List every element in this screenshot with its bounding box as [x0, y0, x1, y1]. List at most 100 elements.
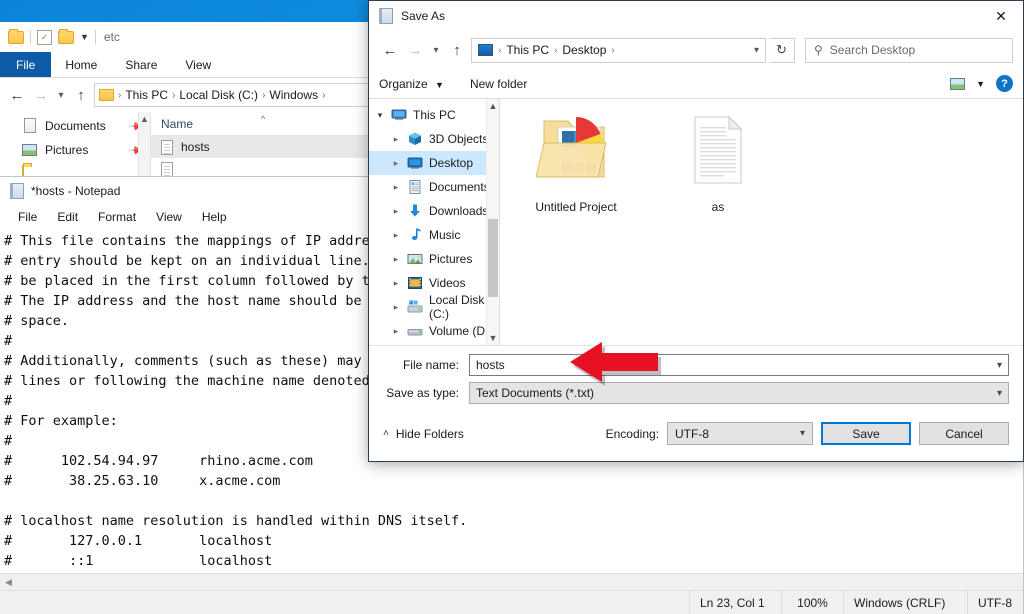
- tree-item-videos[interactable]: ▸ Videos: [369, 271, 499, 295]
- tree-item-downloads[interactable]: ▸ Downloads: [369, 199, 499, 223]
- text-file-icon: [161, 139, 173, 155]
- chevron-down-icon[interactable]: ▾: [754, 45, 759, 56]
- breadcrumb-separator: ›: [498, 44, 502, 56]
- chevron-down-icon[interactable]: ▾: [997, 360, 1002, 371]
- save-as-type-select[interactable]: Text Documents (*.txt) ▾: [469, 382, 1009, 404]
- chevron-down-icon[interactable]: ▼: [976, 79, 985, 89]
- chevron-down-icon[interactable]: ▼: [80, 32, 89, 42]
- chevron-up-icon: ˄: [383, 428, 389, 439]
- chevron-down-icon[interactable]: ▾: [800, 428, 805, 439]
- up-arrow-icon[interactable]: ↑: [446, 39, 468, 61]
- dialog-title: Save As: [401, 9, 446, 23]
- breadcrumb-separator: ›: [611, 44, 615, 56]
- chevron-up-icon[interactable]: ▲: [487, 99, 499, 113]
- notepad-icon: [10, 183, 24, 199]
- menu-edit[interactable]: Edit: [47, 210, 88, 224]
- back-arrow-icon[interactable]: ←: [6, 84, 28, 106]
- dialog-breadcrumb[interactable]: › This PC › Desktop › ▾: [471, 37, 766, 63]
- nav-item-pictures[interactable]: Pictures 📌: [0, 138, 150, 162]
- column-header-name[interactable]: Name ^: [151, 112, 403, 136]
- tree-item-pictures[interactable]: ▸ Pictures: [369, 247, 499, 271]
- chevron-down-icon[interactable]: ▼: [487, 331, 499, 345]
- notepad-title: *hosts - Notepad: [31, 184, 121, 198]
- explorer-breadcrumb[interactable]: › This PC › Local Disk (C:) › Windows ›: [94, 83, 397, 107]
- hide-folders-button[interactable]: ˄ Hide Folders: [383, 427, 464, 441]
- cancel-button[interactable]: Cancel: [919, 422, 1009, 445]
- refresh-icon[interactable]: ↻: [769, 37, 795, 63]
- search-input[interactable]: ⚲ Search Desktop: [805, 37, 1013, 63]
- list-item-folder[interactable]: Untitled Project: [522, 113, 630, 345]
- folder-icon[interactable]: [8, 28, 24, 44]
- new-folder-icon[interactable]: [58, 28, 74, 44]
- menu-view[interactable]: View: [146, 210, 192, 224]
- chevron-down-icon[interactable]: ▾: [997, 388, 1002, 399]
- recent-locations-chevron-down-icon[interactable]: ▾: [54, 84, 68, 106]
- status-zoom-level[interactable]: 100%: [781, 591, 843, 614]
- back-arrow-icon[interactable]: ←: [379, 39, 401, 61]
- notepad-horizontal-scrollbar[interactable]: ◀: [0, 573, 1023, 590]
- chevron-right-icon[interactable]: ▸: [391, 326, 401, 337]
- breadcrumb-separator: ›: [172, 89, 176, 101]
- tree-item-music[interactable]: ▸ Music: [369, 223, 499, 247]
- text-file-icon: [161, 161, 173, 177]
- chevron-right-icon[interactable]: ▸: [391, 158, 401, 169]
- menu-file[interactable]: File: [8, 210, 47, 224]
- chevron-down-icon[interactable]: ▾: [375, 110, 385, 121]
- sort-caret-icon: ^: [261, 114, 266, 124]
- notepad-icon: [379, 8, 393, 24]
- explorer-address-bar: ← → ▾ ↑ › This PC › Local Disk (C:) › Wi…: [0, 78, 403, 112]
- help-icon[interactable]: ?: [996, 75, 1013, 92]
- chevron-right-icon[interactable]: ▸: [391, 278, 401, 289]
- chevron-right-icon[interactable]: ▸: [391, 206, 401, 217]
- tree-item-label: Downloads: [429, 204, 489, 218]
- organize-button[interactable]: Organize ▼: [379, 77, 444, 91]
- tree-item-local-disk-c[interactable]: ▸ Local Disk (C:): [369, 293, 499, 321]
- chevron-up-icon[interactable]: ▲: [139, 112, 150, 126]
- ribbon-tab-file[interactable]: File: [0, 52, 52, 77]
- encoding-select[interactable]: UTF-8 ▾: [667, 422, 813, 445]
- forward-arrow-icon[interactable]: →: [404, 39, 426, 61]
- chevron-left-icon[interactable]: ◀: [0, 577, 17, 588]
- file-name-label: File name:: [402, 358, 459, 372]
- tree-item-label: Desktop: [429, 156, 474, 170]
- nav-item-documents[interactable]: Documents 📌: [0, 114, 150, 138]
- close-icon[interactable]: ✕: [979, 1, 1023, 31]
- list-item-file[interactable]: as: [664, 113, 772, 345]
- up-arrow-icon[interactable]: ↑: [70, 84, 92, 106]
- breadcrumb-windows[interactable]: Windows: [269, 88, 318, 102]
- chevron-right-icon[interactable]: ▸: [391, 134, 401, 145]
- chevron-right-icon[interactable]: ▸: [391, 302, 401, 313]
- explorer-window-title: etc: [103, 30, 120, 44]
- chevron-right-icon[interactable]: ▸: [391, 182, 401, 193]
- breadcrumb-local-disk[interactable]: Local Disk (C:): [179, 88, 258, 102]
- properties-icon[interactable]: ✓: [37, 29, 52, 45]
- forward-arrow-icon[interactable]: →: [30, 84, 52, 106]
- scrollbar-thumb[interactable]: [488, 219, 498, 297]
- menu-format[interactable]: Format: [88, 210, 146, 224]
- ribbon-tab-view[interactable]: View: [171, 52, 225, 77]
- recent-locations-chevron-down-icon[interactable]: ▾: [429, 39, 443, 61]
- chevron-right-icon[interactable]: ▸: [391, 254, 401, 265]
- menu-help[interactable]: Help: [192, 210, 237, 224]
- breadcrumb-this-pc[interactable]: This PC: [506, 43, 549, 57]
- tree-item-this-pc[interactable]: ▾ This PC: [369, 103, 499, 127]
- new-folder-button[interactable]: New folder: [470, 77, 527, 91]
- table-row[interactable]: hosts: [151, 136, 403, 158]
- local-disk-icon: [407, 300, 423, 313]
- file-name-input[interactable]: hosts ▾: [469, 354, 1009, 376]
- ribbon-tab-share[interactable]: Share: [111, 52, 171, 77]
- tree-item-desktop[interactable]: ▸ Desktop: [369, 151, 499, 175]
- view-layout-icon[interactable]: [950, 77, 966, 90]
- dialog-file-list: Untitled Project as: [499, 99, 1023, 345]
- ribbon-tab-home[interactable]: Home: [51, 52, 111, 77]
- breadcrumb-this-pc[interactable]: This PC: [125, 88, 168, 102]
- breadcrumb-desktop[interactable]: Desktop: [562, 43, 606, 57]
- save-button[interactable]: Save: [821, 422, 911, 445]
- chevron-right-icon[interactable]: ▸: [391, 230, 401, 241]
- tree-item-volume-d[interactable]: ▸ Volume (D:): [369, 319, 499, 343]
- organize-label: Organize: [379, 76, 428, 91]
- search-placeholder: Search Desktop: [829, 43, 916, 57]
- tree-item-3d-objects[interactable]: ▸ 3D Objects: [369, 127, 499, 151]
- tree-scrollbar[interactable]: ▲ ▼: [486, 99, 499, 345]
- tree-item-documents[interactable]: ▸ Documents: [369, 175, 499, 199]
